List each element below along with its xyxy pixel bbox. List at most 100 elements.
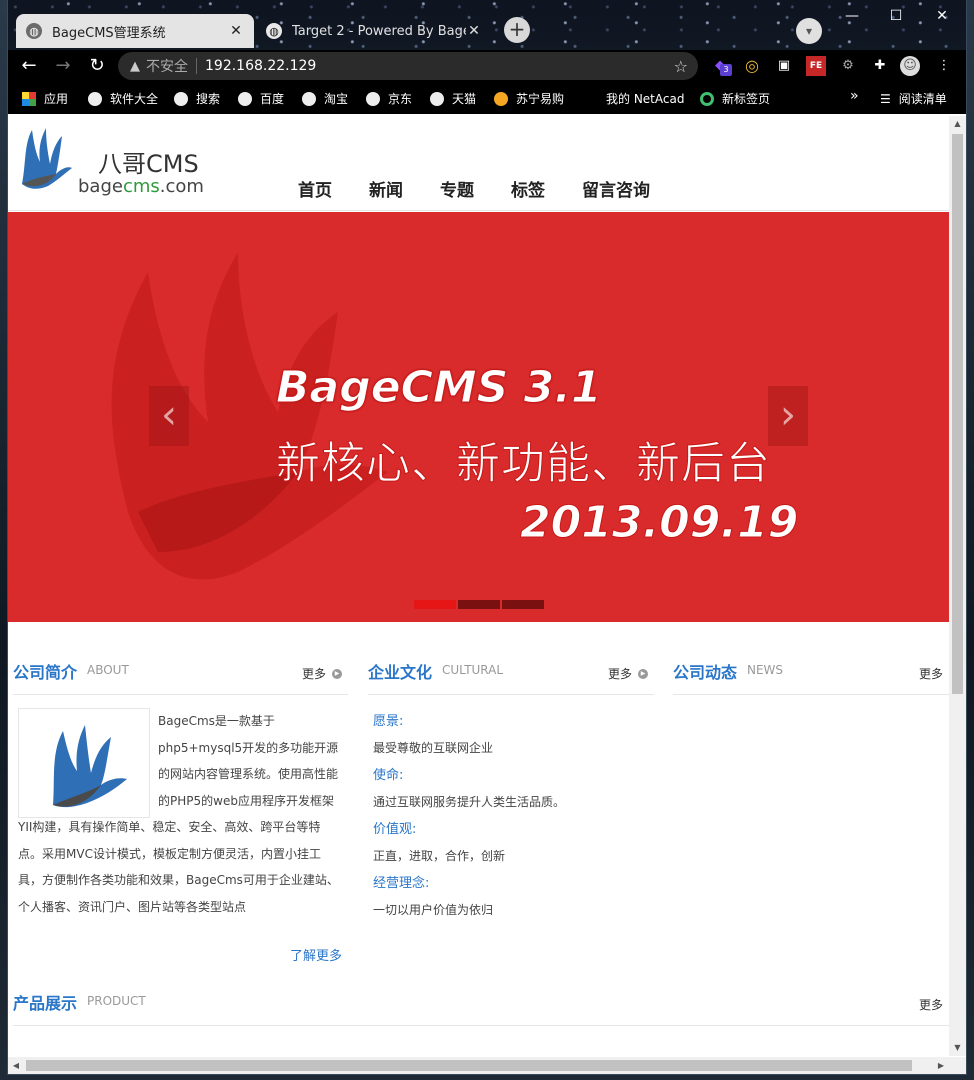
globe-icon: ◍ xyxy=(26,23,42,39)
bookmark-item[interactable]: 我的 NetAcad xyxy=(606,90,684,107)
puzzle-icon[interactable]: ✚ xyxy=(870,56,890,76)
news-header: 公司动态 NEWS 更多 xyxy=(673,659,949,695)
bookmark-item[interactable]: 天猫 xyxy=(430,90,476,107)
globe-icon xyxy=(174,91,188,106)
address-bar[interactable]: ▲ 不安全 192.168.22.129 ☆ xyxy=(118,52,698,80)
divider xyxy=(196,58,197,74)
more-label: 更多 xyxy=(918,667,943,681)
news-title-en: NEWS xyxy=(747,663,784,677)
tab-title: Target 2 - Powered By BageCMS xyxy=(292,23,466,39)
bookmark-item[interactable]: 百度 xyxy=(238,90,284,107)
logo-domain-accent: cms xyxy=(122,176,160,197)
banner-prev-button[interactable]: ‹ xyxy=(149,386,189,446)
close-icon[interactable]: ✕ xyxy=(228,23,244,39)
globe-icon xyxy=(430,91,444,106)
tab-strip: ◍ BageCMS管理系统 ✕ ◍ Target 2 - Powered By … xyxy=(8,0,966,50)
nav-guestbook[interactable]: 留言咨询 xyxy=(582,176,650,201)
scroll-up-icon[interactable]: ▲ xyxy=(949,116,966,132)
product-title-en: PRODUCT xyxy=(87,994,146,1008)
bookmark-label: 京东 xyxy=(388,92,413,106)
banner-dot[interactable] xyxy=(414,600,456,609)
nav-home[interactable]: 首页 xyxy=(298,176,332,201)
scroll-down-icon[interactable]: ▼ xyxy=(949,1040,966,1056)
list-icon: ☰ xyxy=(880,91,891,106)
warning-icon: ▲ xyxy=(130,58,140,74)
bookmark-item[interactable]: 软件大全 xyxy=(88,90,158,107)
globe-icon xyxy=(302,91,316,106)
bookmark-item[interactable]: 新标签页 xyxy=(700,90,770,107)
hero-banner[interactable]: BageCMS 3.1 新核心、新功能、新后台 2013.09.19 ‹ › xyxy=(8,212,949,622)
bookmark-label: 淘宝 xyxy=(324,92,349,106)
bookmark-item[interactable]: 京东 xyxy=(366,90,412,107)
bookmark-label: 天猫 xyxy=(452,92,477,106)
banner-next-button[interactable]: › xyxy=(768,386,808,446)
reading-list-button[interactable]: ☰ 阅读清单 xyxy=(880,90,947,107)
maximize-icon[interactable]: ☐ xyxy=(876,4,916,28)
close-icon[interactable]: ✕ xyxy=(466,23,482,39)
more-label: 更多 xyxy=(607,667,632,681)
window-close-icon[interactable]: ✕ xyxy=(922,4,962,28)
product-more-link[interactable]: 更多 xyxy=(919,996,943,1013)
banner-dot[interactable] xyxy=(458,600,500,609)
bookmark-label: 百度 xyxy=(260,92,285,106)
menu-icon[interactable]: ⋮ xyxy=(934,56,954,76)
nav-topics[interactable]: 专题 xyxy=(440,176,474,201)
bookmark-label: 苏宁易购 xyxy=(516,92,565,106)
nav-tags[interactable]: 标签 xyxy=(511,176,545,201)
culture-key: 价值观: xyxy=(373,822,417,837)
culture-more-link[interactable]: 更多 ▶ xyxy=(608,665,648,682)
product-header: 产品展示 PRODUCT 更多 xyxy=(13,990,949,1026)
arrow-right-icon: ▶ xyxy=(332,668,342,679)
vertical-scrollbar[interactable]: ▲ ▼ xyxy=(949,116,966,1056)
culture-value: 一切以用户价值为依归 xyxy=(373,903,494,917)
arrow-right-icon: ▶ xyxy=(638,668,648,679)
news-title: 公司动态 xyxy=(673,663,738,682)
avatar[interactable]: ☺ xyxy=(900,56,920,76)
minimize-icon[interactable]: — xyxy=(832,4,872,28)
bookmark-item[interactable]: 淘宝 xyxy=(302,90,348,107)
bookmark-apps[interactable]: 应用 xyxy=(22,90,68,107)
new-tab-button[interactable]: + xyxy=(504,17,530,43)
horizontal-scrollbar[interactable]: ◀ ▶ xyxy=(8,1057,966,1074)
extension-gear-icon[interactable]: ⚙ xyxy=(838,56,858,76)
bookmark-star-icon[interactable]: ☆ xyxy=(674,57,688,76)
about-title: 公司简介 xyxy=(13,663,78,682)
extension-fe-icon[interactable]: FE xyxy=(806,56,826,76)
browser-window: ◍ BageCMS管理系统 ✕ ◍ Target 2 - Powered By … xyxy=(8,0,966,1074)
banner-date: 2013.09.19 xyxy=(519,497,799,549)
about-more-link[interactable]: 更多 ▶ xyxy=(302,665,342,682)
bookmarks-overflow-button[interactable]: » xyxy=(850,88,859,104)
more-label: 更多 xyxy=(918,998,943,1012)
scroll-left-icon[interactable]: ◀ xyxy=(8,1057,24,1074)
banner-dot[interactable] xyxy=(502,600,544,609)
learn-more-link[interactable]: 了解更多 xyxy=(290,945,342,964)
bookmark-label: 搜索 xyxy=(196,92,221,106)
globe-icon xyxy=(88,91,102,106)
banner-subheadline: 新核心、新功能、新后台 xyxy=(276,438,771,490)
bookmark-item[interactable]: 苏宁易购 xyxy=(494,90,564,107)
scroll-right-icon[interactable]: ▶ xyxy=(933,1057,949,1074)
more-label: 更多 xyxy=(301,667,326,681)
tab-target2[interactable]: ◍ Target 2 - Powered By BageCMS ✕ xyxy=(256,14,492,48)
reload-icon[interactable]: ↻ xyxy=(84,53,110,79)
suning-icon xyxy=(494,91,508,106)
tab-bagecms[interactable]: ◍ BageCMS管理系统 ✕ xyxy=(16,14,254,48)
culture-value: 通过互联网服务提升人类生活品质。 xyxy=(373,795,566,809)
scroll-thumb[interactable] xyxy=(952,134,963,694)
site-logo[interactable]: 八哥CMS bagecms.com xyxy=(16,124,206,197)
back-icon[interactable]: ← xyxy=(16,53,42,79)
extension-ring-icon[interactable]: ◎ xyxy=(742,56,762,76)
bookmark-label: 软件大全 xyxy=(110,92,159,106)
extension-face-icon[interactable]: ▣ xyxy=(774,56,794,76)
about-header: 公司简介 ABOUT 更多 ▶ xyxy=(13,659,348,695)
tab-search-icon[interactable]: ▾ xyxy=(796,18,822,44)
security-label: 不安全 xyxy=(146,59,188,75)
scroll-thumb[interactable] xyxy=(26,1060,912,1071)
url-text: 192.168.22.129 xyxy=(205,58,317,74)
forward-icon[interactable]: → xyxy=(50,53,76,79)
bookmark-item[interactable]: 搜索 xyxy=(174,90,220,107)
about-text: BageCms是一款基于php5+mysql5开发的多功能开源的网站内容管理系统… xyxy=(18,708,343,920)
bookmark-label: 应用 xyxy=(44,92,69,106)
news-more-link[interactable]: 更多 xyxy=(919,665,943,682)
nav-news[interactable]: 新闻 xyxy=(369,176,403,201)
